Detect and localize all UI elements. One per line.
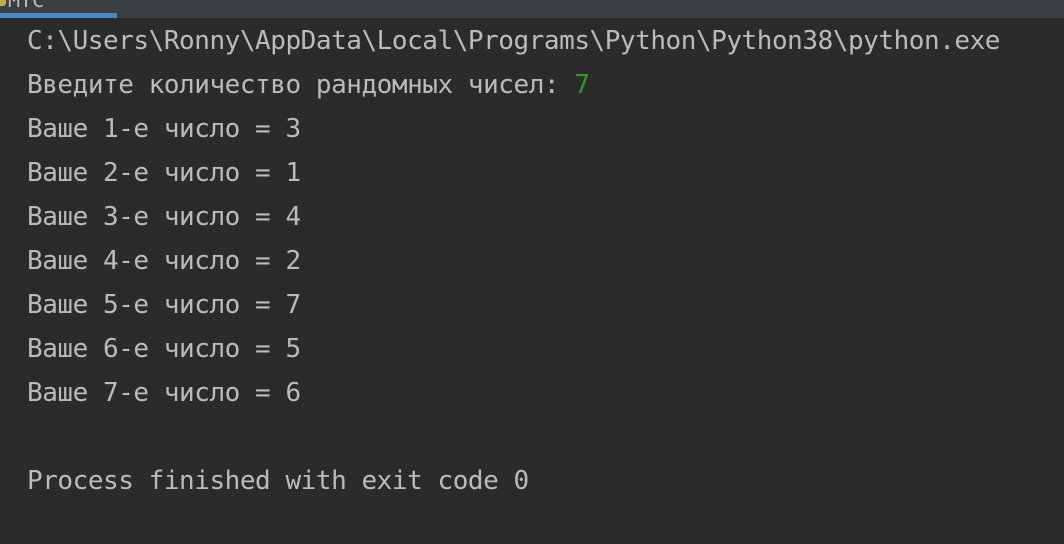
result-line: Ваше 4-е число = 2 [27, 246, 301, 276]
result-line: Ваше 3-е число = 4 [27, 202, 301, 232]
run-tab-title[interactable]: MTC [8, 0, 44, 12]
result-line: Ваше 2-е число = 1 [27, 158, 301, 188]
input-prompt-text: Введите количество рандомных чисел: [27, 70, 575, 100]
result-line: Ваше 1-е число = 3 [27, 114, 301, 144]
run-tool-window: MTC C:\Users\Ronny\AppData\Local\Program… [0, 0, 1064, 544]
user-input-value: 7 [574, 70, 590, 100]
exit-message: Process finished with exit code 0 [27, 466, 529, 496]
command-line: C:\Users\Ronny\AppData\Local\Programs\Py… [27, 26, 1001, 56]
result-line: Ваше 7-е число = 6 [27, 378, 301, 408]
run-tab-bar: MTC [0, 0, 1064, 18]
result-line: Ваше 5-е число = 7 [27, 290, 301, 320]
console-output[interactable]: C:\Users\Ronny\AppData\Local\Programs\Py… [0, 18, 1064, 544]
python-file-icon [0, 0, 6, 6]
result-line: Ваше 6-е число = 5 [27, 334, 301, 364]
input-prompt-line: Введите количество рандомных чисел: 7 [27, 69, 590, 101]
